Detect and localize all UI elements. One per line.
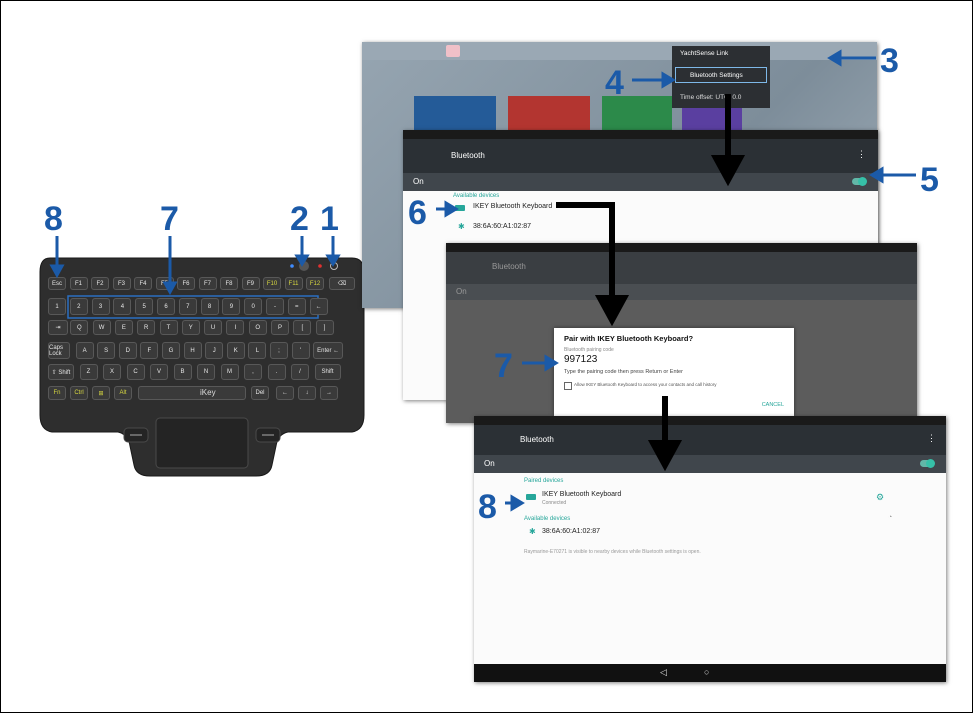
flow-arrows bbox=[436, 49, 916, 512]
